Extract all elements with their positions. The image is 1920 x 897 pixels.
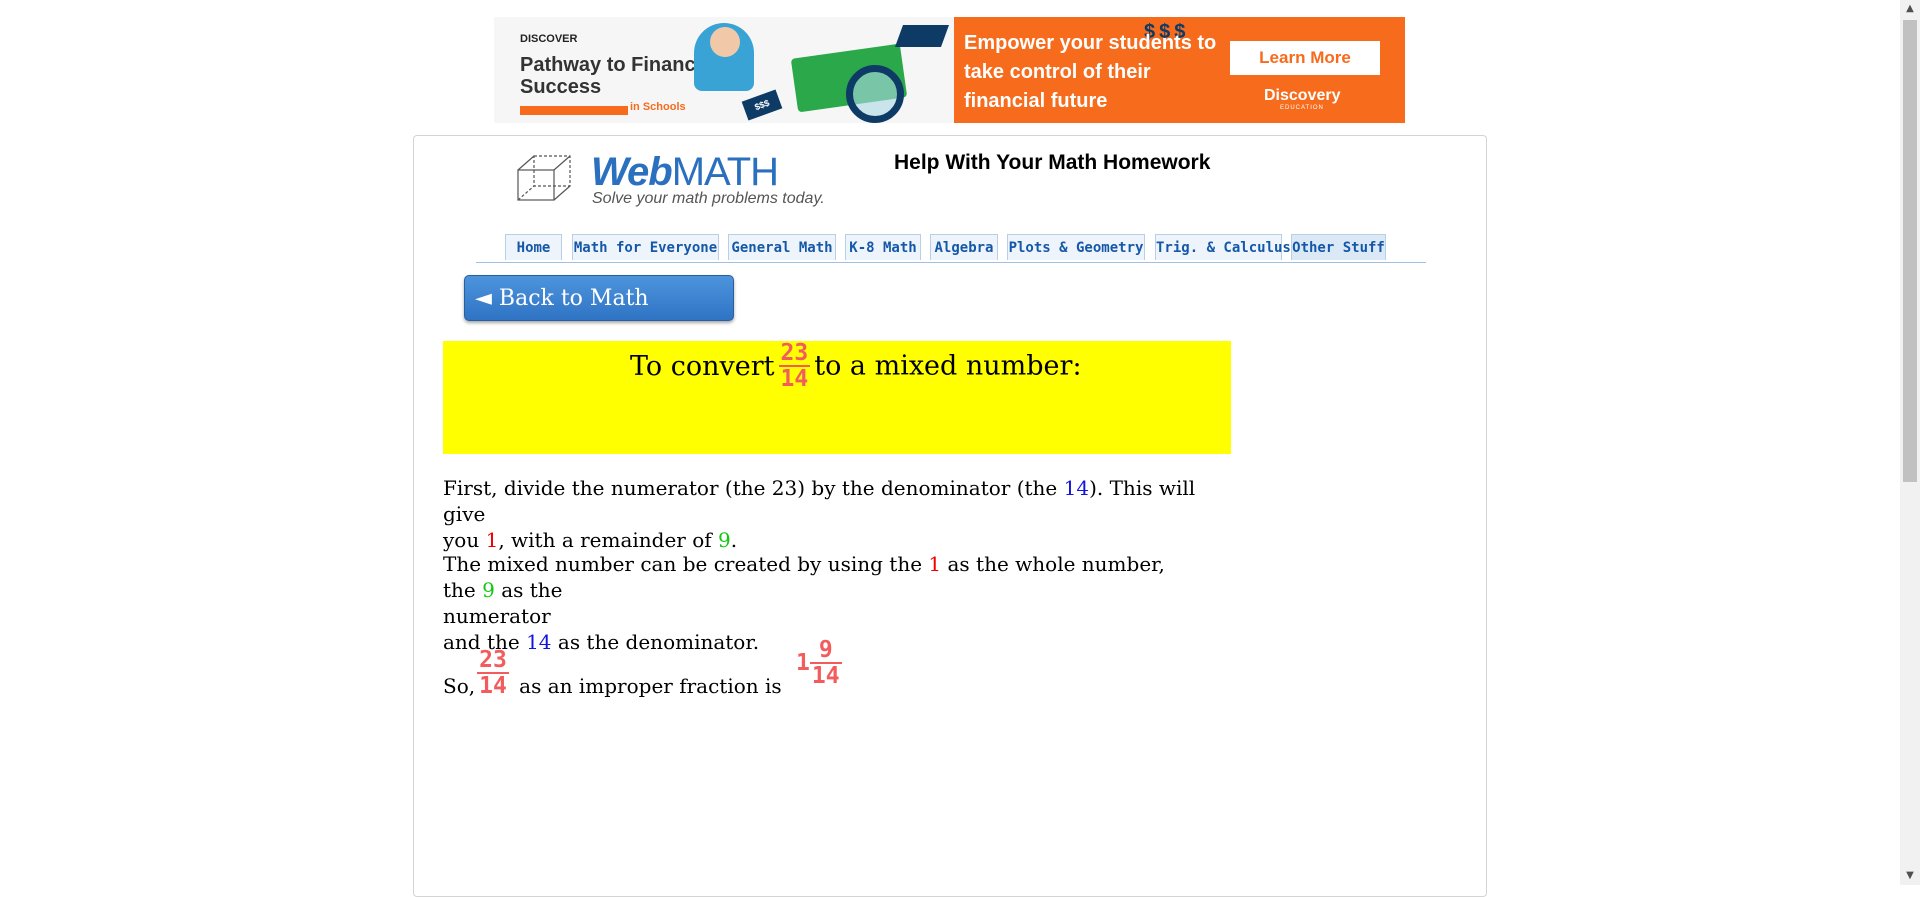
step1-text-a: First, divide the numerator (the 23) by … [443,476,1064,500]
step1-text-d: , with a remainder of [498,528,719,552]
problem-denominator: 14 [780,366,809,392]
problem-prefix: To convert [630,350,775,382]
logo-math-text: MATH [671,150,779,194]
scroll-down-arrow-icon[interactable]: ▼ [1900,867,1920,885]
logo-web-text: Web [591,150,673,194]
discovery-education-logo: Discovery [1264,87,1341,104]
tab-other-stuff[interactable]: Other Stuff [1291,234,1386,260]
step2-text-d: numerator [443,604,551,628]
discovery-education-sub: EDUCATION [1280,105,1324,111]
problem-banner: To convert 23 14 to a mixed number: [443,341,1231,454]
scroll-thumb[interactable] [1903,20,1917,482]
ad-banner[interactable]: DISCOVER Pathway to Financial Success in… [494,17,1405,123]
learn-more-button[interactable]: Learn More [1230,41,1380,75]
step2-whole: 1 [928,552,942,576]
problem-suffix: to a mixed number: [814,350,1082,382]
answer-whole: 1 [796,650,810,676]
tab-trig-calculus[interactable]: Trig. & Calculus [1155,234,1291,260]
step1-text-e: . [730,528,738,552]
student-head-icon [710,27,740,57]
answer-prefix: So, [443,674,476,698]
step2-remainder: 9 [482,578,495,602]
tab-k8-math[interactable]: K-8 Math [845,234,921,260]
ad-tagline: Empower your students to take control of… [964,32,1217,112]
ad-subheadline: in Schools [630,101,686,113]
step1-whole: 1 [485,528,499,552]
step1-denominator: 14 [1063,476,1090,500]
tab-math-for-everyone[interactable]: Math for Everyone [572,234,719,260]
answer-mixed-denominator: 14 [811,663,840,689]
answer-numerator: 23 [477,647,509,674]
step1-text-c: you [443,528,486,552]
ad-headline: Pathway to Financial Success [520,54,718,98]
back-to-math-problem-button[interactable]: ◄ Back to Math Problem [464,275,734,357]
graduation-cap-icon [894,25,950,47]
tab-plots-geometry[interactable]: Plots & Geometry [1007,234,1145,260]
answer-improper-fraction: 23 14 [477,648,509,698]
nav-tabs: Home Math for Everyone General Math K-8 … [476,234,1426,263]
answer-mixed-number: 1 9 14 [794,638,842,688]
magnifying-glass-icon [846,65,904,123]
problem-fraction: 23 14 [778,340,811,392]
answer-mixed-numerator: 9 [809,638,842,664]
tab-algebra[interactable]: Algebra [930,234,998,260]
answer-middle: as an improper fraction is [519,674,782,698]
logo-tagline: Solve your math problems today. [592,190,825,207]
problem-statement: To convert 23 14 to a mixed number: [630,341,1082,391]
step2-text-c: as the [494,578,563,602]
ad-underline-bar [520,106,628,115]
step-one-text: First, divide the numerator (the 23) by … [443,475,1203,553]
ad-brand-logo: DISCOVER [520,33,578,45]
step2-text-a: The mixed number can be created by using… [443,552,929,576]
problem-numerator: 23 [778,340,811,367]
tab-general-math[interactable]: General Math [728,234,836,260]
tab-home[interactable]: Home [505,234,562,260]
step1-remainder: 9 [718,528,731,552]
scroll-up-arrow-icon[interactable]: ▲ [1900,0,1920,18]
main-panel: WebMATH Solve your math problems today. … [413,135,1487,897]
page-title: Help With Your Math Homework [894,151,1211,174]
cube-logo-icon [517,155,571,201]
answer-mixed-fraction: 9 14 [809,638,842,689]
webmath-logo[interactable]: WebMATH [591,150,779,195]
vertical-scrollbar[interactable]: ▲ ▼ [1900,0,1920,885]
answer-denominator: 14 [479,673,507,699]
answer-line: So, 23 14 as an improper fraction is 1 9 14 [443,638,842,698]
